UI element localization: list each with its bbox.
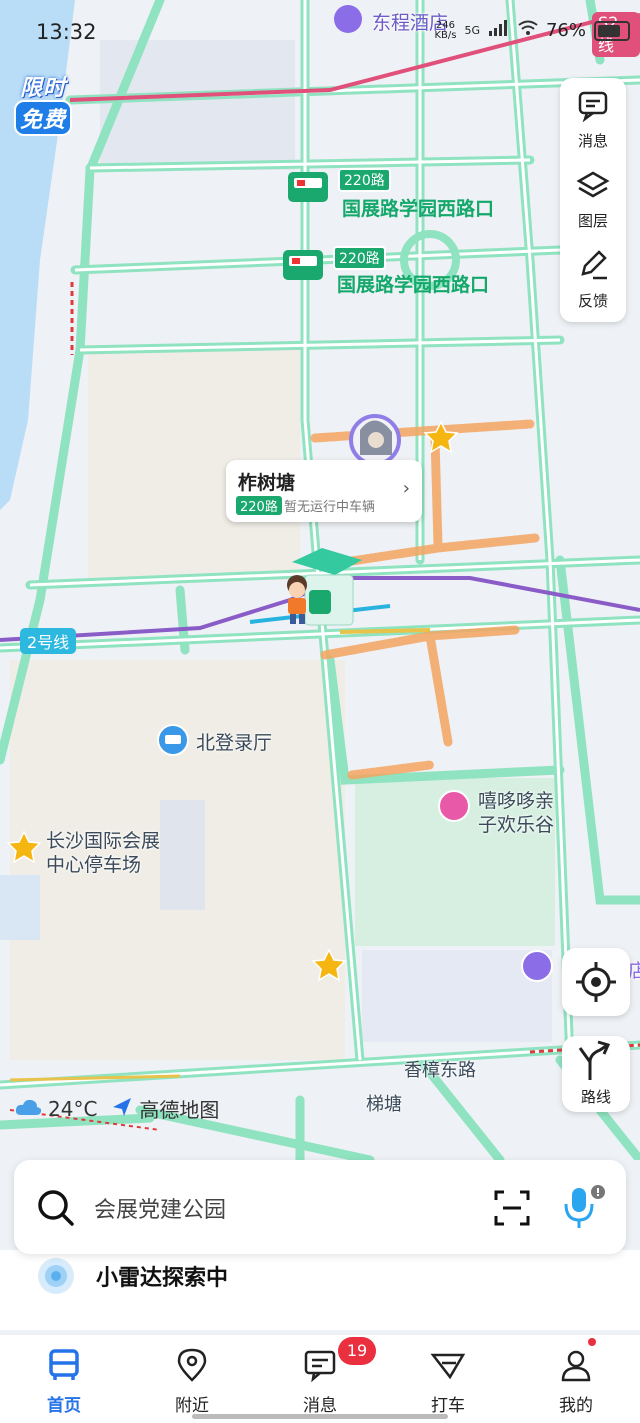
nav-mine-label: 我的 [559,1396,593,1416]
chevron-right-icon: › [402,478,410,499]
locate-button[interactable] [562,948,630,1016]
radar-bar[interactable]: 小雷达探索中 [0,1250,640,1330]
pencil-icon [581,250,607,280]
route-label: 路线 [580,1088,611,1106]
mine-notification-dot [588,1338,596,1346]
layers-icon [576,171,610,198]
nav-taxi[interactable]: 打车 [384,1335,512,1423]
nav-messages-label: 消息 [303,1396,337,1416]
poi-parking-line2[interactable]: 中心停车场 [46,850,141,877]
station-status: 暂无运行中车辆 [284,500,376,515]
temperature: 24°C [48,1096,98,1121]
feedback-label: 反馈 [577,292,608,310]
person-icon [561,1350,591,1382]
map-canvas [0,0,640,1160]
promo-line2: 免费 [14,100,73,136]
poi-north-hall[interactable]: 北登录厅 [196,728,272,755]
road-label-xiangzhang: 香樟东路 [404,1060,476,1081]
nav-nearby-label: 附近 [175,1396,209,1416]
nav-mine[interactable]: 我的 [512,1335,640,1423]
feedback-button[interactable]: 反馈 [560,242,626,320]
scan-icon[interactable] [492,1188,532,1228]
network-speed-unit: KB/s [434,29,457,41]
poi-parking-line1[interactable]: 长沙国际会展 [46,826,160,853]
network-speed: 246 KB/s [434,20,457,41]
brand-label: 高德地图 [139,1098,220,1122]
poi-kids-park-line2[interactable]: 子欢乐谷 [478,810,554,837]
wifi-icon [518,20,538,41]
status-bar: 13:32 246 KB/s 5G 76% [0,0,640,64]
messages-label: 消息 [577,132,608,150]
network-type: 5G [464,24,480,37]
layers-button[interactable]: 图层 [560,162,626,240]
battery-icon [594,20,630,41]
station-name: 柞树塘 [238,472,296,494]
promo-badge[interactable]: 限时 免费 [10,68,80,136]
route-arrow-icon [578,1040,611,1080]
bus-stop-2-route: 220路 [333,246,386,270]
taxi-icon [430,1353,466,1380]
bus-stop-1-route: 220路 [338,168,391,192]
location-pin-icon [177,1348,207,1382]
cloud-icon [14,1097,42,1121]
message-icon [578,91,608,123]
bottom-nav: 首页 附近 消息 打车 我的 [0,1334,640,1423]
messages-button[interactable]: 消息 [560,82,626,160]
search-icon [38,1190,74,1226]
messages-badge: 19 [338,1337,376,1365]
search-placeholder[interactable]: 会展党建公园 [94,1192,226,1224]
bus-stop-2-name[interactable]: 国展路学园西路口 [337,270,489,297]
place-label-meitang: 梯塘 [366,1094,402,1115]
status-time: 13:32 [36,20,97,44]
radar-text: 小雷达探索中 [96,1266,229,1291]
station-callout[interactable]: 柞树塘 220路 暂无运行中车辆 › [226,460,422,522]
nav-home-label: 首页 [47,1396,81,1416]
weather-widget[interactable]: 24°C 高德地图 [14,1094,219,1123]
nav-nearby[interactable]: 附近 [128,1335,256,1423]
signal-icon [488,20,510,41]
metro-2-badge[interactable]: 2号线 [20,628,77,654]
nav-taxi-label: 打车 [431,1396,465,1416]
battery-percent: 76% [545,20,586,41]
station-route-tag: 220路 [236,496,282,515]
bus-stop-1-name[interactable]: 国展路学园西路口 [342,194,494,221]
search-bar[interactable]: 会展党建公园 [14,1160,626,1254]
amap-logo-icon [111,1096,133,1122]
route-button[interactable]: 路线 [562,1036,630,1112]
layers-label: 图层 [577,212,608,230]
microphone-icon[interactable] [558,1182,606,1232]
home-indicator[interactable] [192,1414,448,1419]
poi-kids-park-line1[interactable]: 嘻哆哆亲 [478,786,554,813]
map-control-panel: 消息 图层 反馈 [560,78,626,322]
radar-icon [38,1258,74,1294]
message-icon [304,1350,336,1383]
promo-line1: 限时 [20,76,67,101]
locate-icon [576,962,616,1002]
nav-home[interactable]: 首页 [0,1335,128,1423]
map-view[interactable]: 东程酒店 S2线 220路 国展路学园西路口 220路 国展路学园西路口 2号线… [0,0,640,1160]
bus-icon [49,1349,79,1380]
